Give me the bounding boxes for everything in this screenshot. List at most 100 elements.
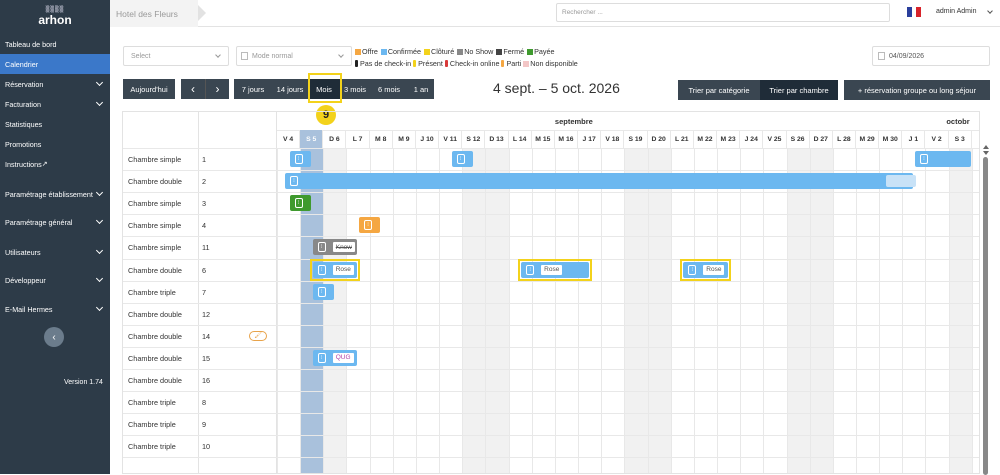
- day-header[interactable]: V 18: [601, 130, 625, 148]
- day-header[interactable]: V 2: [925, 130, 949, 148]
- day-header[interactable]: J 10: [416, 130, 440, 148]
- mode-select[interactable]: Mode normal: [236, 46, 352, 66]
- grid-vline: [717, 148, 719, 473]
- day-header[interactable]: J 24: [740, 130, 764, 148]
- top-bar: Hotel des Fleurs Rechercher ... admin Ad…: [110, 0, 1000, 27]
- sidebar-item-utilisateurs[interactable]: Utilisateurs: [0, 242, 110, 262]
- collapse-sidebar-button[interactable]: ‹: [44, 327, 64, 347]
- sidebar-item-e-mail-hermes[interactable]: E-Mail Hermes: [0, 299, 110, 319]
- search-input[interactable]: Rechercher ...: [556, 3, 890, 22]
- room-number-label: 7: [202, 287, 207, 297]
- day-header[interactable]: M 16: [555, 130, 579, 148]
- legend-label: Payée: [534, 47, 555, 56]
- month-label: octobr: [946, 116, 970, 126]
- room-number-label: 2: [202, 177, 207, 187]
- scrollbar-thumb[interactable]: [983, 157, 988, 475]
- room-type-label: Chambre simple: [128, 243, 182, 253]
- day-header[interactable]: M 30: [879, 130, 903, 148]
- header-line: [123, 148, 979, 149]
- hotel-breadcrumb[interactable]: Hotel des Fleurs: [110, 0, 206, 27]
- legend-label: Parti: [506, 59, 522, 68]
- room-number-label: 14: [202, 331, 211, 341]
- day-header[interactable]: M 29: [856, 130, 880, 148]
- sidebar-item-facturation[interactable]: Facturation: [0, 94, 110, 114]
- day-header[interactable]: J 17: [578, 130, 602, 148]
- day-header[interactable]: L 28: [833, 130, 856, 148]
- booking-bar[interactable]: ⁞: [359, 217, 381, 234]
- day-header[interactable]: L 7: [346, 130, 370, 148]
- room-number-label: 10: [202, 442, 211, 452]
- sidebar-item-paramétrage-général[interactable]: Paramétrage général: [0, 212, 110, 232]
- view-1-an[interactable]: 1 an: [408, 79, 434, 99]
- weekend-column: [948, 148, 972, 473]
- calendar-scrollbar[interactable]: [981, 145, 989, 475]
- day-header[interactable]: L 21: [671, 130, 694, 148]
- booking-bar[interactable]: ⁞ Know: [312, 239, 358, 256]
- sidebar-item-statistiques[interactable]: Statistiques: [0, 114, 110, 134]
- day-header[interactable]: M 15: [532, 130, 555, 148]
- booking-bar[interactable]: ⁞ QUG: [312, 349, 358, 366]
- chevron-down-icon[interactable]: [987, 8, 993, 14]
- booking-bar[interactable]: ⁞: [312, 283, 334, 300]
- day-header[interactable]: D 27: [810, 130, 833, 148]
- grid-vline: [856, 148, 857, 473]
- date-input[interactable]: 04/09/2026: [872, 46, 990, 66]
- day-header[interactable]: S 3: [949, 130, 972, 148]
- day-header[interactable]: V 11: [439, 130, 463, 148]
- sidebar-item-développeur[interactable]: Développeur: [0, 270, 110, 290]
- french-flag-icon[interactable]: [907, 7, 922, 17]
- booking-bar[interactable]: ⁞: [914, 151, 971, 167]
- legend-label: Offre: [362, 47, 378, 56]
- scroll-down-icon[interactable]: [983, 151, 989, 155]
- logo[interactable]: ▒▒▒▒ arhon: [0, 0, 110, 32]
- day-header[interactable]: L 14: [509, 130, 532, 148]
- next-button[interactable]: ›: [205, 79, 229, 99]
- sidebar: ▒▒▒▒ arhon Tableau de bord Calendrier Rése…: [0, 0, 110, 474]
- group-booking-button[interactable]: + réservation groupe ou long séjour: [844, 80, 990, 100]
- view-14-jours[interactable]: 14 jours: [272, 79, 308, 99]
- sidebar-item-réservation[interactable]: Réservation: [0, 74, 110, 94]
- sidebar-item-promotions[interactable]: Promotions: [0, 134, 110, 154]
- day-header[interactable]: D 6: [323, 130, 347, 148]
- day-header[interactable]: M 9: [393, 130, 416, 148]
- prev-button[interactable]: ‹: [181, 79, 205, 99]
- booking-bar[interactable]: ⁞: [284, 173, 913, 190]
- view-7-jours[interactable]: 7 jours: [234, 79, 272, 99]
- sidebar-item-instructions[interactable]: Instructions ↗: [0, 154, 110, 174]
- day-header[interactable]: S 5: [300, 130, 324, 148]
- sidebar-item-paramétrage-établissement[interactable]: Paramétrage établissement: [0, 184, 110, 204]
- legend-label: Pas de check-in: [360, 59, 412, 68]
- room-type-label: Chambre triple: [128, 442, 176, 452]
- day-header[interactable]: D 20: [648, 130, 671, 148]
- row-line: [123, 324, 979, 326]
- room-type-label: Chambre double: [128, 177, 182, 187]
- sort-by-category-button[interactable]: Trier par catégorie: [678, 80, 760, 100]
- user-menu[interactable]: admin Admin: [936, 8, 976, 15]
- sort-by-room-button[interactable]: Trier par chambre: [760, 80, 838, 100]
- view-3-mois[interactable]: 3 mois: [340, 79, 370, 99]
- day-header[interactable]: S 12: [462, 130, 486, 148]
- day-header[interactable]: M 8: [370, 130, 393, 148]
- day-header[interactable]: V 4: [277, 130, 301, 148]
- day-header[interactable]: J 1: [902, 130, 926, 148]
- grid-vline: [601, 148, 603, 473]
- cleaning-brush-icon[interactable]: 🖌: [249, 330, 267, 341]
- day-header[interactable]: M 23: [717, 130, 741, 148]
- sidebar-item-tableau-de-bord[interactable]: Tableau de bord: [0, 34, 110, 54]
- booking-bar[interactable]: ⁞: [289, 151, 311, 167]
- today-button[interactable]: Aujourd'hui: [123, 79, 175, 99]
- booking-bar[interactable]: ⁞: [451, 151, 473, 167]
- sidebar-item-calendrier[interactable]: Calendrier: [0, 54, 110, 74]
- view-6-mois[interactable]: 6 mois: [370, 79, 408, 99]
- booking-bar[interactable]: ⁞: [289, 195, 311, 212]
- grid-vline: [369, 148, 371, 473]
- category-select[interactable]: Select: [123, 46, 229, 66]
- scroll-up-icon[interactable]: [983, 145, 989, 149]
- day-header[interactable]: S 26: [787, 130, 810, 148]
- chevron-down-icon: [95, 246, 104, 255]
- row-line: [123, 457, 979, 459]
- day-header[interactable]: D 13: [485, 130, 509, 148]
- day-header[interactable]: V 25: [763, 130, 787, 148]
- day-header[interactable]: M 22: [694, 130, 718, 148]
- day-header[interactable]: S 19: [624, 130, 648, 148]
